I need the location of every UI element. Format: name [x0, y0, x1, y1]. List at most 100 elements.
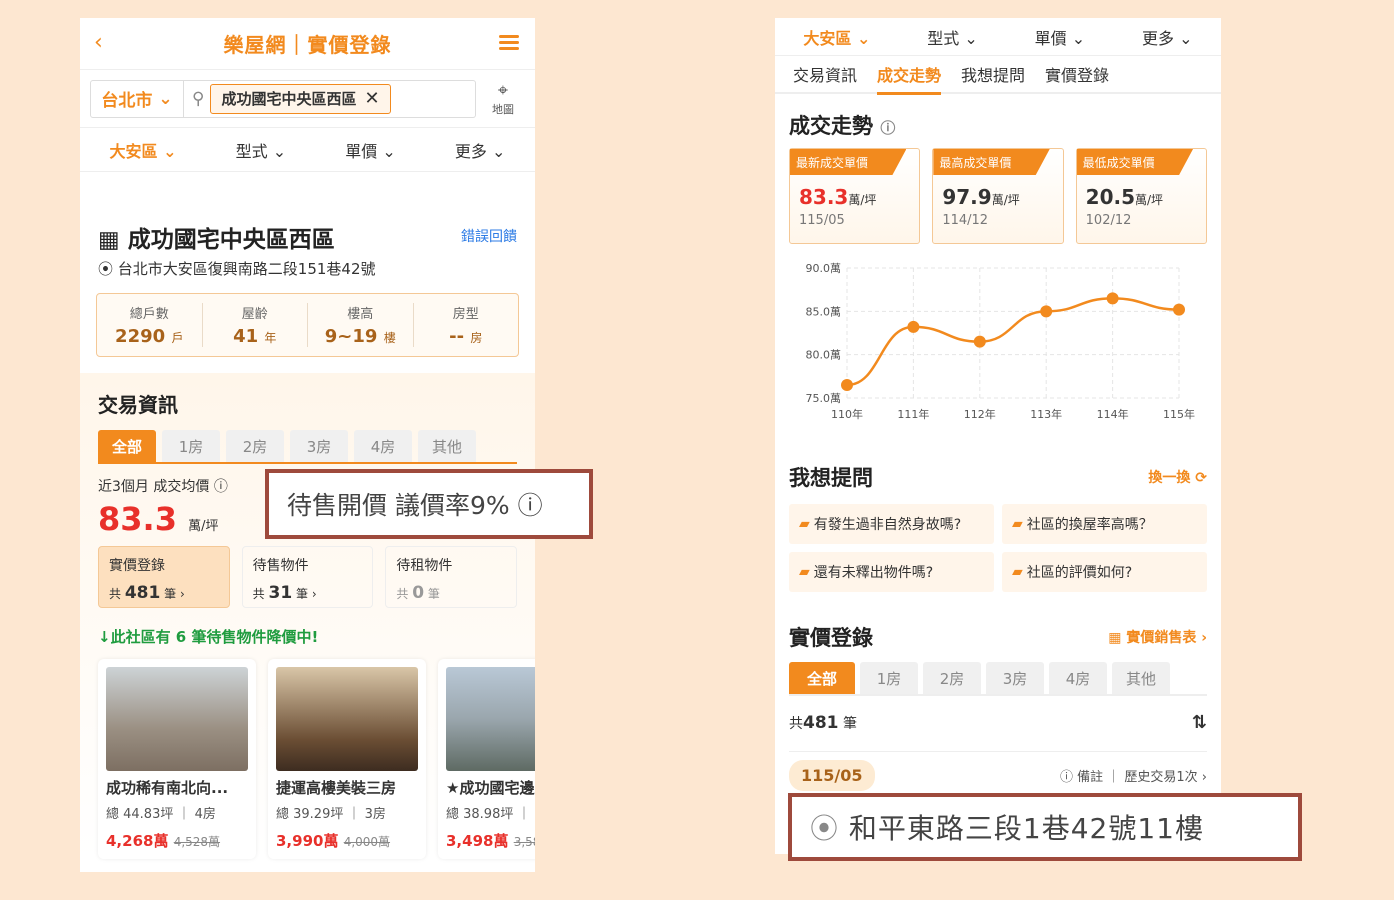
city-select[interactable]: 台北市 ⌄: [90, 79, 184, 118]
x-tick-label: 115年: [1163, 407, 1195, 421]
listing-card[interactable]: 成功稀有南北向... 總 44.83坪 ｜ 4房 4,268萬 4,528萬: [98, 659, 256, 859]
y-tick-label: 80.0萬: [806, 349, 842, 362]
trend-title: 成交走勢 ⓘ: [789, 114, 896, 138]
search-row: 台北市 ⌄ ⚲ 成功國宅中央區西區 ✕ ⌖ 地圖: [80, 70, 535, 128]
stat-room-type: 房型 -- 房: [449, 307, 483, 347]
chat-icon: ▰: [1012, 564, 1023, 580]
stat-age: 屋齡 41 年: [203, 303, 308, 347]
question-item[interactable]: ▰ 還有未釋出物件嗎?: [789, 552, 994, 592]
feedback-link[interactable]: 錯誤回饋: [461, 226, 517, 246]
map-label: 地圖: [492, 103, 514, 116]
x-tick-label: 112年: [964, 407, 996, 421]
tab-2room[interactable]: 2房: [923, 662, 981, 694]
question-item[interactable]: ▰ 有發生過非自然身故嗎?: [789, 504, 994, 544]
tab-3room[interactable]: 3房: [986, 662, 1044, 694]
summary-cards: 實價登錄共 481 筆 › 待售物件共 31 筆 › 待租物件共 0 筆: [98, 546, 518, 608]
info-icon: ⓘ: [517, 491, 543, 520]
tab-records[interactable]: 實價登錄: [1045, 62, 1109, 86]
record-count: 共481 筆 ⇅: [789, 712, 1207, 733]
building-stats: 總戶數 2290 戶 屋齡 41 年 樓高 9~19 樓 房型 -- 房: [96, 293, 519, 357]
listing-card[interactable]: ★成功國宅邊間 總 38.98坪 ｜ 3房 3,498萬 3,588萬: [438, 659, 535, 859]
filter-more[interactable]: 更多 ⌄: [1142, 25, 1193, 49]
question-item[interactable]: ▰ 社區的評價如何?: [1002, 552, 1207, 592]
filter-district[interactable]: 大安區 ⌄: [110, 138, 177, 162]
y-tick-label: 90.0萬: [806, 262, 842, 275]
info-icon: ⓘ: [1059, 770, 1073, 785]
building-title: ▦ 成功國宅中央區西區: [98, 220, 335, 254]
building-icon: ▦: [98, 227, 120, 253]
tab-all[interactable]: 全部: [789, 662, 855, 694]
x-tick-label: 114年: [1097, 407, 1129, 421]
records-title: 實價登錄: [789, 626, 873, 650]
card-for-sale[interactable]: 待售物件共 31 筆 ›: [241, 546, 374, 608]
trend-chart: 90.0萬 85.0萬 80.0萬 75.0萬 110年 111年 112年 113年 114年…: [806, 262, 1196, 421]
x-tick-label: 111年: [897, 407, 929, 421]
stat-units: 總戶數 2290 戶: [97, 303, 203, 347]
listing-photo: [446, 667, 535, 771]
room-tabs: 全部 1房 2房 3房 4房 其他: [789, 662, 1207, 696]
app-title: 樂屋網｜實價登錄: [223, 33, 392, 57]
filter-more[interactable]: 更多 ⌄: [455, 138, 506, 162]
left-screen: ‹ 樂屋網｜實價登錄 台北市 ⌄ ⚲ 成功國宅中央區西區 ✕ ⌖ 地圖 大安區 ⌄ …: [80, 18, 535, 872]
y-tick-label: 75.0萬: [806, 392, 842, 405]
info-icon[interactable]: ⓘ: [880, 119, 895, 137]
listing-photo: [106, 667, 248, 771]
map-pin-icon: ⌖: [497, 80, 509, 101]
filter-type[interactable]: 型式 ⌄: [927, 25, 978, 49]
listing-card[interactable]: 捷運高樓美裝三房 總 39.29坪 ｜ 3房 3,990萬 4,000萬: [268, 659, 426, 859]
tab-3room[interactable]: 3房: [290, 430, 348, 462]
chat-icon: ▰: [799, 564, 810, 580]
refresh-button[interactable]: 換一換 ⟳: [1148, 467, 1207, 487]
tab-questions[interactable]: 我想提問: [961, 62, 1025, 86]
tab-all[interactable]: 全部: [98, 430, 156, 462]
building-name: 成功國宅中央區西區: [127, 227, 335, 253]
tab-trend[interactable]: 成交走勢: [877, 62, 942, 95]
x-tick-label: 113年: [1030, 407, 1062, 421]
info-icon[interactable]: ⓘ: [214, 479, 228, 495]
table-icon: ▦: [1108, 630, 1122, 646]
record-date: 115/05: [789, 760, 875, 791]
right-screen: 大安區 ⌄ 型式 ⌄ 單價 ⌄ 更多 ⌄ 交易資訊 成交走勢 我想提問 實價登錄…: [775, 18, 1221, 854]
tab-transaction[interactable]: 交易資訊: [793, 62, 857, 86]
filter-district[interactable]: 大安區 ⌄: [803, 25, 870, 49]
record-item[interactable]: 115/05 ⓘ 備註 ｜ 歷史交易1次 ›: [789, 751, 1207, 791]
record-meta: ⓘ 備註 ｜ 歷史交易1次 ›: [1059, 770, 1207, 785]
card-records[interactable]: 實價登錄共 481 筆 ›: [98, 546, 230, 608]
card-for-rent[interactable]: 待租物件共 0 筆: [385, 546, 518, 608]
map-button[interactable]: ⌖ 地圖: [492, 80, 514, 117]
latest-price-card: 最新成交單價 83.3萬/坪 115/05: [789, 148, 921, 244]
lowest-price-card: 最低成交單價 20.5萬/坪 102/12: [1075, 148, 1207, 244]
tab-2room[interactable]: 2房: [226, 430, 284, 462]
address-callout: ⦿ 和平東路三段1巷42號11樓: [788, 793, 1302, 861]
listing-price-callout: 待售開價 議價率9% ⓘ: [265, 469, 593, 539]
city-label: 台北市: [101, 91, 153, 111]
tab-other[interactable]: 其他: [418, 430, 476, 462]
back-icon[interactable]: ‹: [94, 30, 103, 55]
search-input[interactable]: ⚲ 成功國宅中央區西區 ✕: [184, 79, 476, 118]
location-icon: ⦿: [810, 812, 840, 845]
filter-price[interactable]: 單價 ⌄: [345, 138, 396, 162]
tab-4room[interactable]: 4房: [354, 430, 412, 462]
sales-table-link[interactable]: ▦ 實價銷售表 ›: [1108, 627, 1207, 647]
section-tabs: 交易資訊 成交走勢 我想提問 實價登錄: [775, 56, 1221, 95]
chat-icon: ▰: [799, 516, 810, 532]
question-item[interactable]: ▰ 社區的換屋率高嗎？: [1002, 504, 1207, 544]
data-point: [973, 335, 986, 348]
price-cards: 最新成交單價 83.3萬/坪 115/05 最高成交單價 97.9萬/坪 114/12 …: [789, 148, 1207, 244]
tab-1room[interactable]: 1房: [860, 662, 918, 694]
filter-bar: 大安區 ⌄ 型式 ⌄ 單價 ⌄ 更多 ⌄: [775, 18, 1221, 56]
app-header: ‹ 樂屋網｜實價登錄: [80, 18, 535, 70]
filter-type[interactable]: 型式 ⌄: [236, 138, 287, 162]
tab-1room[interactable]: 1房: [162, 430, 220, 462]
refresh-icon: ⟳: [1195, 470, 1207, 486]
search-chip[interactable]: 成功國宅中央區西區 ✕: [210, 83, 391, 114]
tab-4room[interactable]: 4房: [1049, 662, 1107, 694]
listing-carousel: 成功稀有南北向... 總 44.83坪 ｜ 4房 4,268萬 4,528萬 捷…: [98, 659, 535, 859]
filter-price[interactable]: 單價 ⌄: [1035, 25, 1086, 49]
sort-icon[interactable]: ⇅: [1192, 712, 1207, 733]
close-icon[interactable]: ✕: [364, 88, 379, 109]
chevron-down-icon: ⌄: [152, 88, 173, 109]
data-point: [907, 320, 920, 333]
tab-other[interactable]: 其他: [1112, 662, 1170, 694]
menu-icon[interactable]: [499, 32, 519, 53]
